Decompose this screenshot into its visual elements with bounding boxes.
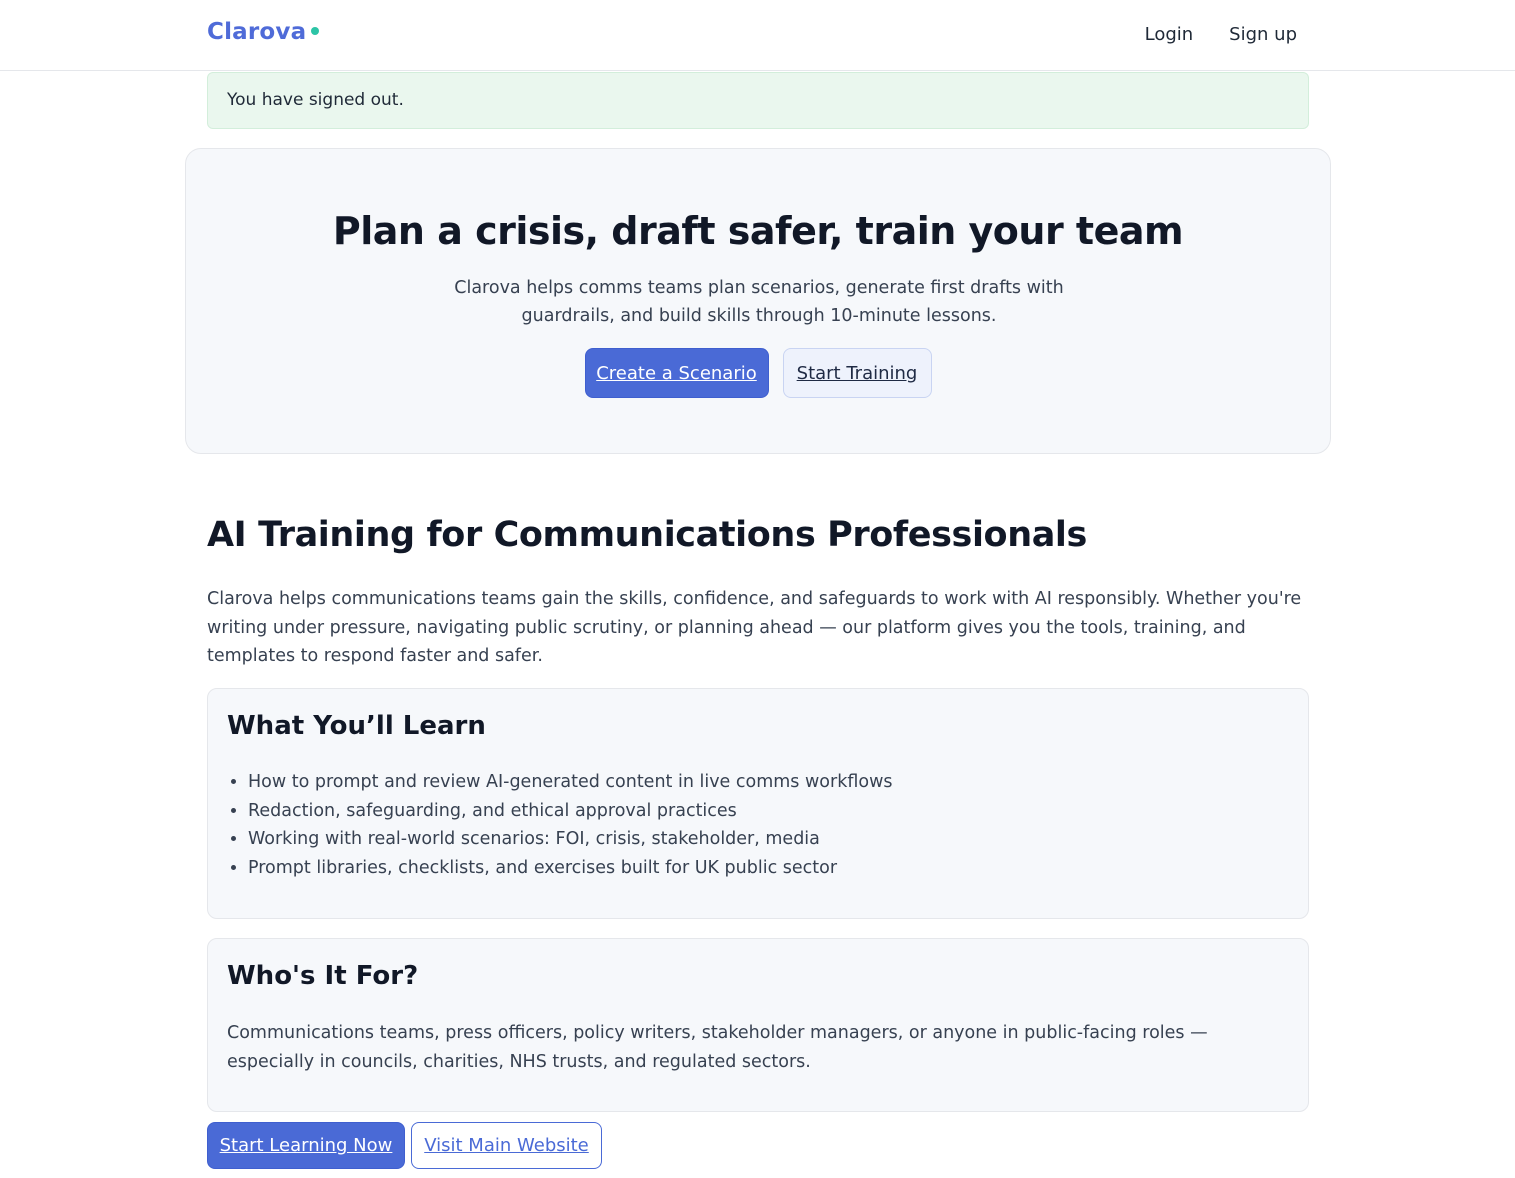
learn-title: What You’ll Learn xyxy=(227,711,486,741)
create-scenario-button[interactable]: Create a Scenario xyxy=(584,348,769,398)
signout-alert: You have signed out. xyxy=(207,72,1309,129)
list-item: Prompt libraries, checklists, and exerci… xyxy=(248,854,893,883)
hero-panel: Plan a crisis, draft safer, train your t… xyxy=(185,148,1331,454)
list-item: How to prompt and review AI-generated co… xyxy=(248,768,893,797)
audience-card: Who's It For? Communications teams, pres… xyxy=(207,938,1309,1112)
brand-logo[interactable]: Clarova xyxy=(207,19,320,45)
start-learning-button[interactable]: Start Learning Now xyxy=(207,1122,405,1169)
hero-title: Plan a crisis, draft safer, train your t… xyxy=(332,209,1184,253)
cta-actions: Start Learning Now Visit Main Website xyxy=(207,1122,602,1169)
header-nav: Login Sign up xyxy=(1145,24,1297,45)
top-navbar: Clarova Login Sign up xyxy=(0,0,1515,71)
hero-actions: Create a Scenario Start Training xyxy=(186,348,1330,398)
login-link[interactable]: Login xyxy=(1145,24,1194,45)
start-training-button[interactable]: Start Training xyxy=(782,348,932,398)
list-item: Working with real-world scenarios: FOI, … xyxy=(248,825,893,854)
visit-website-button[interactable]: Visit Main Website xyxy=(411,1122,602,1169)
intro-paragraph: Clarova helps communications teams gain … xyxy=(207,589,1302,666)
hero-subtitle: Clarova helps comms teams plan scenarios… xyxy=(454,278,1064,326)
learn-card: What You’ll Learn How to prompt and revi… xyxy=(207,688,1309,919)
learn-list: How to prompt and review AI-generated co… xyxy=(248,768,893,882)
list-item: Redaction, safeguarding, and ethical app… xyxy=(248,797,893,826)
alert-message: You have signed out. xyxy=(227,90,404,110)
brand-dot-icon xyxy=(311,26,320,35)
audience-title: Who's It For? xyxy=(227,961,419,991)
section-title: AI Training for Communications Professio… xyxy=(207,515,1087,555)
signup-link[interactable]: Sign up xyxy=(1229,24,1297,45)
audience-text: Communications teams, press officers, po… xyxy=(227,1023,1208,1072)
brand-name: Clarova xyxy=(207,19,307,45)
